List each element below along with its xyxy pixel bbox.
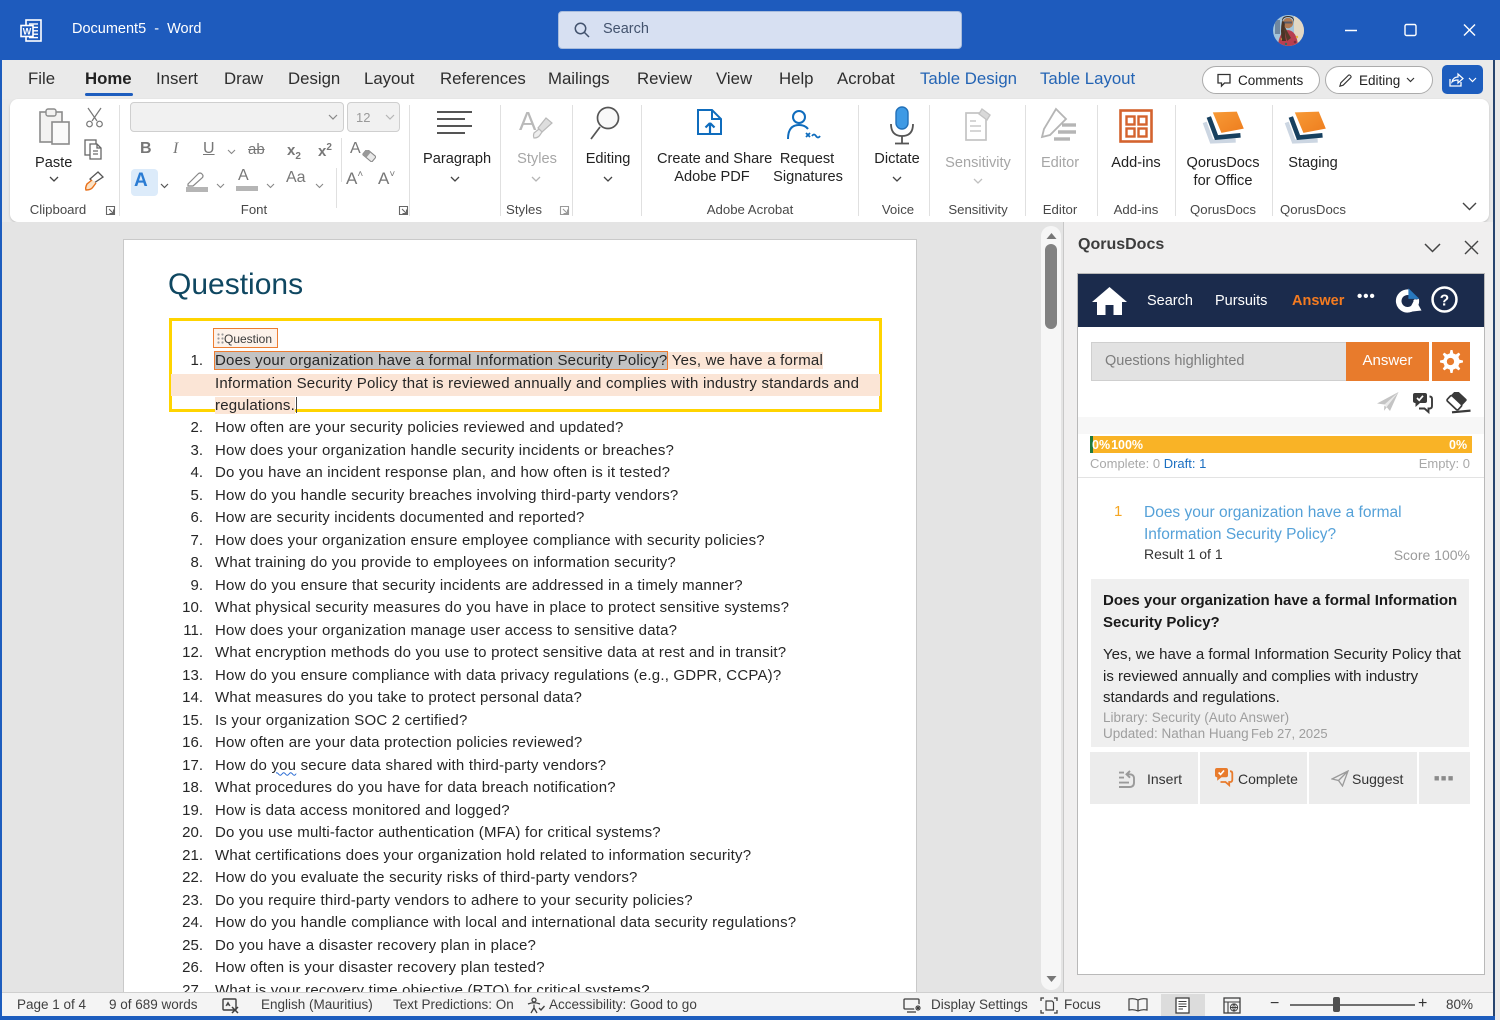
svg-text:?: ? bbox=[1440, 292, 1449, 309]
svg-text:W: W bbox=[23, 27, 32, 37]
